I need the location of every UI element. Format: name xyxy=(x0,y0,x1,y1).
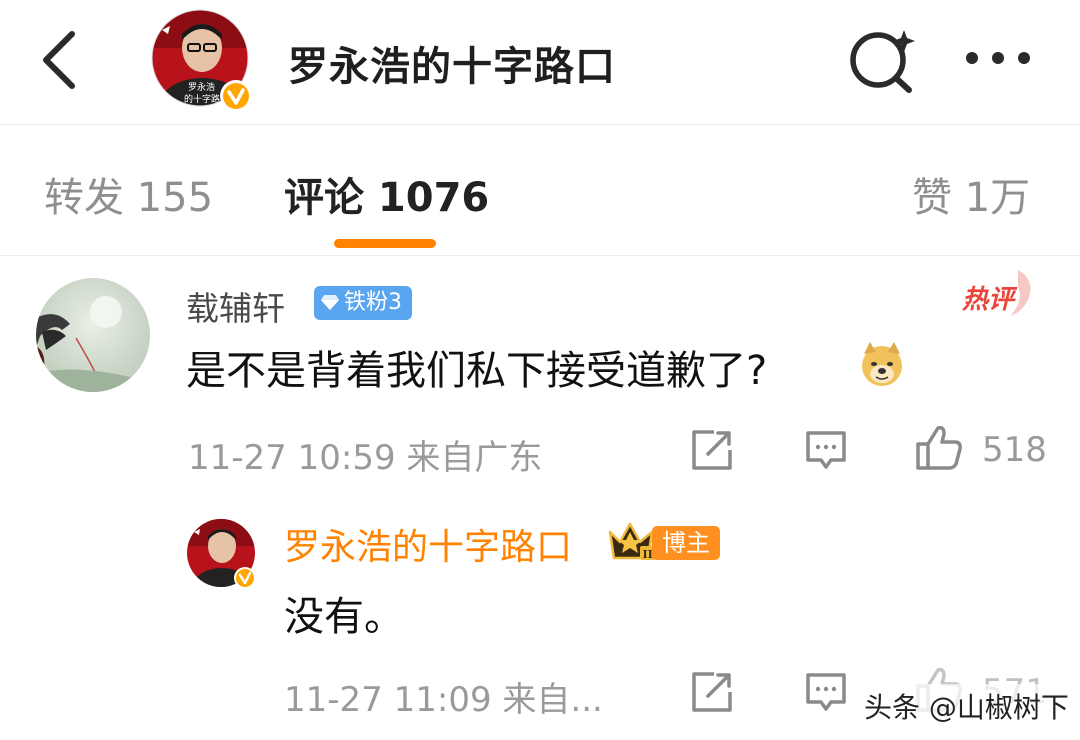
hot-comment-icon: 热评 xyxy=(961,270,1031,316)
avatar-caption: 罗永浩 xyxy=(188,81,215,93)
share-icon[interactable] xyxy=(690,428,734,472)
doge-emoji-icon xyxy=(862,342,902,386)
comment-icon[interactable] xyxy=(804,670,848,714)
thumbs-up-icon[interactable] xyxy=(914,422,964,472)
diamond-icon xyxy=(321,295,339,310)
host-badge: 博主 xyxy=(652,526,720,560)
share-icon[interactable] xyxy=(690,670,734,714)
verified-icon xyxy=(220,80,252,112)
commenter-avatar[interactable] xyxy=(36,278,150,392)
commenter-name[interactable]: 载辅轩 xyxy=(186,282,285,330)
tab-likes[interactable]: 赞 1万 xyxy=(912,165,1030,223)
comment-text: 是不是背着我们私下接受道歉了? xyxy=(186,348,768,394)
reply-text: 没有。 xyxy=(284,594,404,640)
fan-badge[interactable]: 铁粉3 xyxy=(314,286,412,320)
comment-timestamp: 11-27 10:59 来自广东 xyxy=(188,438,543,478)
top-bar: 罗永浩 的十字路口 罗永浩的十字路口 xyxy=(0,0,1080,125)
more-icon[interactable] xyxy=(962,38,1034,78)
tab-forward[interactable]: 转发 155 xyxy=(44,165,213,223)
page-title: 罗永浩的十字路口 xyxy=(288,44,616,90)
reply-author-name[interactable]: 罗永浩的十字路口 xyxy=(284,518,572,570)
reply-author-avatar[interactable] xyxy=(186,518,260,592)
hot-comment-label: 热评 xyxy=(961,285,1018,315)
search-icon[interactable] xyxy=(846,26,918,94)
tab-bar: 转发 155 评论 1076 赞 1万 xyxy=(0,125,1080,256)
verified-icon xyxy=(234,567,256,589)
back-icon[interactable] xyxy=(30,20,90,100)
watermark: 头条 @山椒树下 xyxy=(858,684,1075,728)
active-tab-indicator xyxy=(334,239,436,248)
fan-badge-label: 铁粉3 xyxy=(344,290,402,315)
tab-comments[interactable]: 评论 1076 xyxy=(284,165,489,223)
avatar[interactable]: 罗永浩 的十字路口 xyxy=(150,8,258,116)
reply-timestamp: 11-27 11:09 来自... xyxy=(284,680,603,720)
comment-icon[interactable] xyxy=(804,428,848,472)
like-count: 518 xyxy=(982,430,1047,470)
